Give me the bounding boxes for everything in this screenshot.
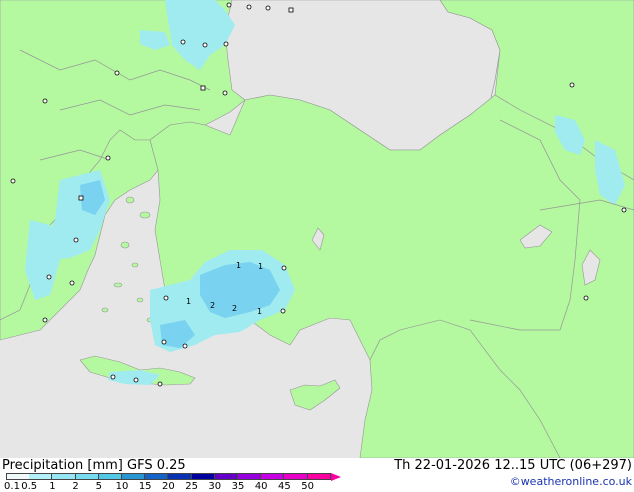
legend-tick-label: 1 (49, 481, 56, 492)
legend-swatch (284, 473, 308, 480)
precip-label: 1 (236, 261, 241, 270)
legend-tick-label: 50 (301, 481, 314, 492)
legend-swatch (98, 473, 122, 480)
precip-label: 1 (186, 297, 191, 306)
legend-tick-label: 15 (138, 481, 152, 492)
legend-tick-label: 2 (72, 481, 79, 492)
legend-swatch (75, 473, 99, 480)
legend-tick-label: 20 (162, 481, 175, 492)
legend-ticks: 0.1 0.5 1 2 5 10 15 20 25 30 35 40 45 50 (0, 482, 340, 492)
legend-swatch (307, 473, 331, 480)
precip-label: 2 (210, 301, 215, 310)
legend-arrow (330, 473, 341, 481)
credit-link[interactable]: ©weatheronline.co.uk (510, 475, 632, 488)
footer: Precipitation [mm] GFS 0.25 Th 22-01-202… (0, 458, 634, 492)
legend-tick-label: 25 (185, 481, 198, 492)
legend-tick-label: 45 (278, 481, 291, 492)
legend-tick-label: 30 (208, 481, 222, 492)
map-title: Precipitation [mm] GFS 0.25 (2, 458, 186, 473)
legend-tick-label: 40 (254, 481, 268, 492)
precip-label: 1 (258, 262, 263, 271)
legend-swatch (238, 473, 262, 480)
valid-time: Th 22-01-2026 12..15 UTC (06+297) (394, 458, 632, 473)
legend-swatch (6, 473, 31, 480)
legend-tick-label: 0.5 (21, 481, 38, 492)
precip-label: 1 (257, 307, 262, 316)
legend-swatch (261, 473, 285, 480)
legend-swatch (29, 473, 53, 480)
legend-swatch (122, 473, 146, 480)
legend-swatch (191, 473, 215, 480)
legend-swatch (214, 473, 238, 480)
legend-swatch (52, 473, 76, 480)
legend-tick-label: 5 (95, 481, 102, 492)
legend-tick-label: 35 (231, 481, 245, 492)
legend-tick-label: 10 (115, 481, 129, 492)
precip-label: 2 (232, 304, 237, 313)
legend-tick-label: 0.1 (4, 481, 20, 492)
legend-swatch (145, 473, 169, 480)
legend-swatch (168, 473, 192, 480)
precipitation-map: 1 1 1 2 2 1 (0, 0, 634, 458)
